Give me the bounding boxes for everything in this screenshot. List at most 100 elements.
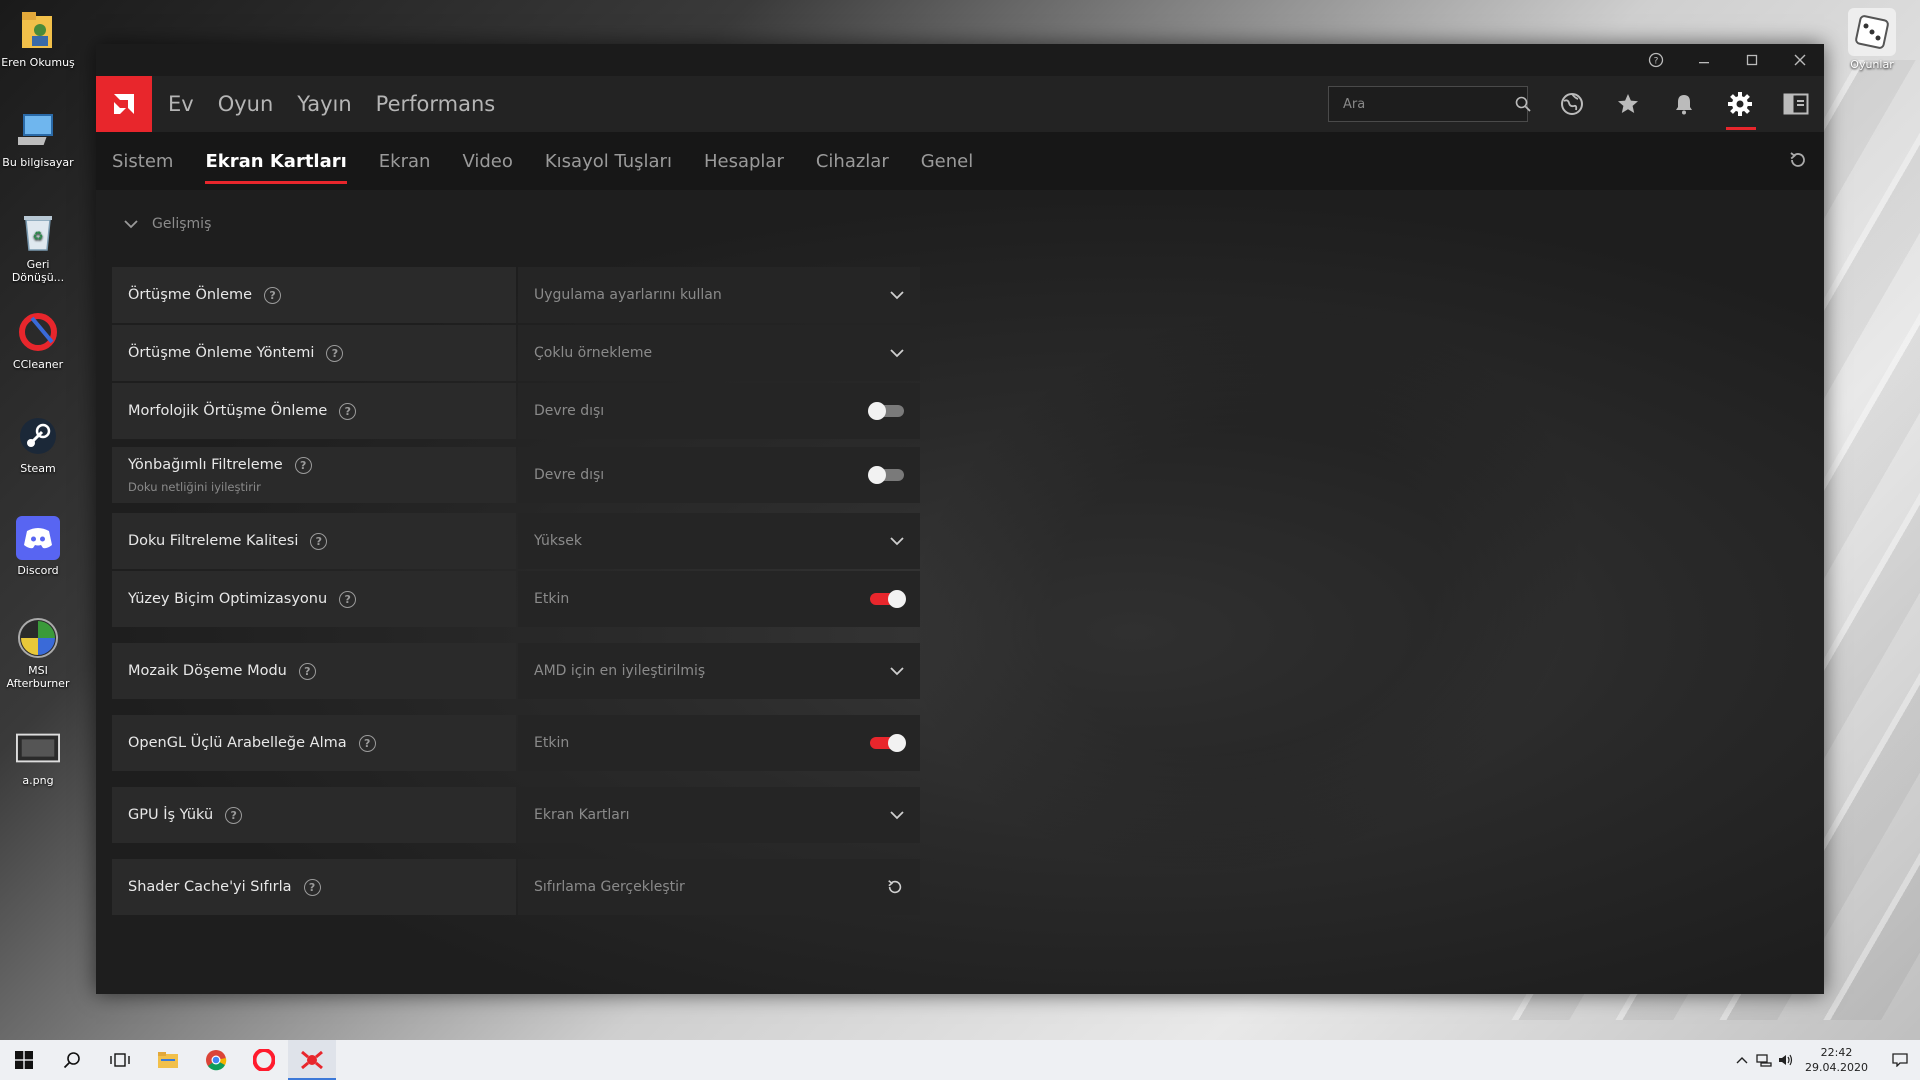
gpu-workload-dropdown[interactable]: Ekran Kartları (518, 787, 920, 843)
reset-all-button[interactable] (1788, 150, 1808, 174)
setting-label: Örtüşme Önleme Yöntemi (128, 345, 315, 361)
desktop-icon-steam[interactable]: Steam (0, 414, 76, 475)
setting-sublabel: Doku netliğini iyileştirir (128, 479, 261, 494)
setting-row-gpu-workload: GPU İş Yükü? Ekran Kartları (112, 787, 920, 843)
help-icon[interactable]: ? (339, 590, 357, 608)
help-icon[interactable]: ? (294, 456, 312, 474)
background-logo (821, 207, 1671, 973)
settings-button[interactable] (1712, 76, 1768, 132)
help-icon: ? (1648, 52, 1664, 68)
tessellation-mode-dropdown[interactable]: AMD için en iyileştirilmiş (518, 643, 920, 699)
setting-value: Ekran Kartları (534, 807, 630, 823)
volume-icon[interactable] (1775, 1053, 1797, 1067)
maximize-button[interactable] (1728, 44, 1776, 76)
computer-icon (16, 108, 60, 152)
desktop-icon-msi-afterburner[interactable]: MSI Afterburner (0, 616, 76, 690)
search-button[interactable] (48, 1040, 96, 1080)
opera-icon (253, 1049, 275, 1071)
task-view-icon (110, 1053, 130, 1067)
help-icon[interactable]: ? (298, 662, 316, 680)
title-bar: ? (96, 44, 1824, 76)
help-icon[interactable]: ? (326, 344, 344, 362)
desktop-icon-image-file[interactable]: a.png (0, 726, 76, 787)
setting-value: Etkin (534, 591, 570, 607)
setting-value: Uygulama ayarlarını kullan (534, 287, 722, 303)
help-button[interactable]: ? (1632, 44, 1680, 76)
close-button[interactable] (1776, 44, 1824, 76)
amd-logo[interactable] (96, 76, 152, 132)
desktop-icon-games[interactable]: Oyunlar (1832, 8, 1912, 71)
tab-display[interactable]: Ekran (379, 132, 431, 190)
notification-center-icon[interactable] (1880, 1053, 1920, 1067)
tab-system[interactable]: Sistem (112, 132, 173, 190)
setting-label: Shader Cache'yi Sıfırla (128, 879, 292, 895)
help-icon[interactable]: ? (358, 734, 376, 752)
help-icon[interactable]: ? (264, 286, 282, 304)
taskbar-file-explorer[interactable] (144, 1040, 192, 1080)
desktop-icon-computer[interactable]: Bu bilgisayar (0, 108, 76, 169)
tab-hotkeys[interactable]: Kısayol Tuşları (545, 132, 672, 190)
anisotropic-filtering-toggle[interactable] (868, 466, 904, 484)
star-icon (1618, 94, 1638, 113)
games-dice-icon (1848, 8, 1896, 56)
desktop-icon-label: Eren Okumuş (1, 56, 75, 69)
setting-row-opengl-triple-buffering: OpenGL Üçlü Arabelleğe Alma? Etkin (112, 715, 920, 771)
morphological-aa-toggle[interactable] (868, 402, 904, 420)
start-button[interactable] (0, 1040, 48, 1080)
clock[interactable]: 22:42 29.04.2020 (1805, 1045, 1868, 1075)
desktop-icon-recycle-bin[interactable]: ♻ Geri Dönüşü... (0, 210, 76, 284)
help-icon[interactable]: ? (339, 402, 357, 420)
nav-item-home[interactable]: Ev (168, 92, 194, 116)
setting-value: Çoklu örnekleme (534, 345, 653, 361)
texture-filtering-quality-dropdown[interactable]: Yüksek (518, 513, 920, 569)
desktop-icon-label: CCleaner (12, 358, 64, 371)
tab-general[interactable]: Genel (921, 132, 974, 190)
chevron-down-icon (890, 537, 904, 546)
tab-graphics[interactable]: Ekran Kartları (205, 132, 348, 190)
tab-accounts[interactable]: Hesaplar (704, 132, 784, 190)
help-icon[interactable]: ? (225, 806, 243, 824)
sidebar-toggle-button[interactable] (1768, 76, 1824, 132)
taskbar-opera[interactable] (240, 1040, 288, 1080)
reset-icon (888, 880, 902, 894)
desktop-icon-label: Discord (17, 564, 59, 577)
notifications-button[interactable] (1656, 76, 1712, 132)
nav-item-gaming[interactable]: Oyun (218, 92, 274, 116)
nav-item-streaming[interactable]: Yayın (297, 92, 351, 116)
setting-value: Devre dışı (534, 467, 605, 483)
tab-devices[interactable]: Cihazlar (816, 132, 889, 190)
discord-icon (16, 516, 60, 560)
desktop-icon-discord[interactable]: Discord (0, 516, 76, 577)
taskbar-radeon-settings[interactable] (288, 1040, 336, 1080)
reset-shader-cache-button[interactable]: Sıfırlama Gerçekleştir (518, 859, 920, 915)
task-view-button[interactable] (96, 1040, 144, 1080)
search-input[interactable] (1329, 95, 1515, 113)
opengl-triple-buffering-toggle[interactable] (870, 734, 906, 752)
taskbar: 22:42 29.04.2020 (0, 1040, 1920, 1080)
setting-row-reset-shader-cache: Shader Cache'yi Sıfırla? Sıfırlama Gerçe… (112, 859, 920, 915)
help-icon[interactable]: ? (303, 878, 321, 896)
surface-format-optimization-toggle[interactable] (870, 590, 906, 608)
chevron-down-icon (124, 220, 138, 229)
web-button[interactable] (1544, 76, 1600, 132)
setting-label: GPU İş Yükü (128, 807, 214, 823)
anti-aliasing-method-dropdown[interactable]: Çoklu örnekleme (518, 325, 920, 381)
chevron-down-icon (890, 291, 904, 300)
tab-video[interactable]: Video (462, 132, 512, 190)
search-icon[interactable] (1515, 96, 1531, 112)
anti-aliasing-dropdown[interactable]: Uygulama ayarlarını kullan (518, 267, 920, 323)
chevron-down-icon (890, 811, 904, 820)
minimize-button[interactable] (1680, 44, 1728, 76)
desktop-icon-label: a.png (22, 774, 54, 787)
nav-item-performance[interactable]: Performans (376, 92, 496, 116)
desktop-icon-user-folder[interactable]: Eren Okumuş (0, 8, 76, 69)
help-icon[interactable]: ? (310, 532, 328, 550)
network-icon[interactable] (1753, 1053, 1775, 1067)
svg-text:♻: ♻ (33, 229, 44, 243)
sub-nav: Sistem Ekran Kartları Ekran Video Kısayo… (96, 132, 1824, 191)
section-header-advanced[interactable]: Gelişmiş (124, 216, 211, 232)
favorites-button[interactable] (1600, 76, 1656, 132)
taskbar-chrome[interactable] (192, 1040, 240, 1080)
chevron-up-icon[interactable] (1731, 1056, 1753, 1064)
desktop-icon-ccleaner[interactable]: CCleaner (0, 310, 76, 371)
